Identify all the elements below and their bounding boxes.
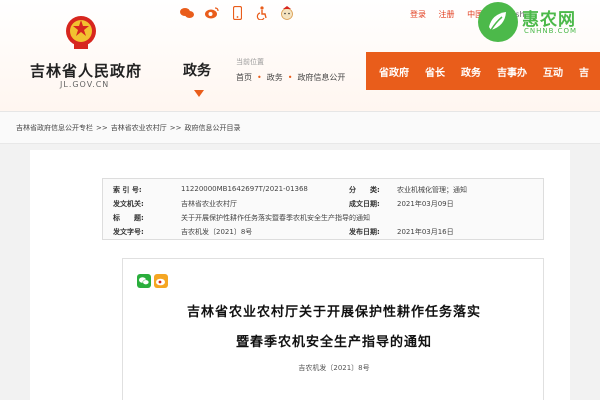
site-title[interactable]: 吉林省人民政府 — [30, 60, 142, 81]
issuer-label: 发文机关: — [113, 200, 144, 208]
category-label: 分 类: — [349, 186, 380, 194]
nav-item-jishiban[interactable]: 吉事办 — [497, 64, 527, 79]
breadcrumb-separator: >> — [169, 123, 182, 132]
register-link[interactable]: 注册 — [439, 10, 455, 19]
document-number-value: 吉农机发〔2021〕8号 — [181, 228, 253, 236]
top-icon-bar — [180, 6, 294, 20]
document-title-line-1: 吉林省农业农村厅关于开展保护性耕作任务落实 — [186, 305, 481, 320]
breadcrumb: 吉林省政府信息公开专栏 >> 吉林省农业农村厅 >> 政府信息公开目录 — [0, 112, 600, 144]
cnhnb-watermark: 惠农网 CNHNB.COM — [478, 2, 600, 44]
nav-item-ji[interactable]: 吉 — [579, 64, 589, 79]
nav-item-interaction[interactable]: 互动 — [543, 64, 563, 79]
location-zhengwu-link[interactable]: 政务 — [267, 73, 283, 82]
site-domain: JL.GOV.CN — [60, 80, 110, 89]
section-name: 政务 — [183, 63, 211, 79]
publish-date-label: 发布日期: — [349, 228, 380, 236]
weibo-icon[interactable] — [205, 6, 219, 20]
title-label: 标 题: — [113, 214, 144, 222]
breadcrumb-item-disclosure-catalog[interactable]: 政府信息公开目录 — [184, 123, 240, 133]
document-body: 吉林省农业农村厅关于开展保护性耕作任务落实 暨春季农机安全生产指导的通知 吉农机… — [122, 258, 544, 400]
location-label: 当前位置 — [236, 58, 264, 66]
written-date-label: 成文日期: — [349, 200, 380, 208]
share-wechat-icon[interactable] — [137, 273, 151, 288]
wechat-icon[interactable] — [180, 6, 194, 20]
national-emblem-icon[interactable] — [64, 14, 98, 52]
breadcrumb-separator: >> — [96, 123, 108, 132]
written-date-value: 2021年03月09日 — [397, 200, 454, 208]
nav-item-governor[interactable]: 省长 — [425, 64, 445, 79]
location-breadcrumb: 首页 • 政务 • 政府信息公开 — [236, 73, 346, 82]
document-title-line-2: 暨春季农机安全生产指导的通知 — [235, 335, 432, 350]
breadcrumb-item-disclosure-column[interactable]: 吉林省政府信息公开专栏 — [16, 123, 93, 133]
document-metadata-table: 索 引 号: 11220000MB1642697T/2021-01368 分 类… — [102, 178, 544, 240]
section-arrow-icon — [194, 90, 204, 97]
index-number-label: 索 引 号: — [113, 186, 142, 194]
mascot-icon[interactable] — [280, 6, 294, 20]
nav-item-government-affairs[interactable]: 政务 — [461, 64, 481, 79]
category-value: 农业机械化管理；通知 — [397, 186, 467, 194]
login-link[interactable]: 登录 — [410, 10, 426, 19]
share-bar — [137, 273, 168, 288]
breadcrumb-item-agriculture-dept[interactable]: 吉林省农业农村厅 — [111, 123, 167, 133]
issuer-value: 吉林省农业农村厅 — [181, 200, 237, 208]
main-nav: 省政府 省长 政务 吉事办 互动 吉 — [366, 52, 600, 90]
cnhnb-watermark-domain: CNHNB.COM — [524, 27, 578, 35]
cnhnb-logo-icon — [478, 2, 518, 42]
location-home-link[interactable]: 首页 — [236, 73, 252, 82]
accessibility-icon[interactable] — [255, 6, 269, 20]
location-info-link[interactable]: 政府信息公开 — [297, 73, 345, 82]
site-header: 吉林省人民政府 JL.GOV.CN 政务 当前位置 首页 • 政务 • 政府信息公开 登… — [0, 0, 600, 112]
document-number-label: 发文字号: — [113, 228, 144, 236]
share-weibo-icon[interactable] — [154, 273, 168, 288]
mobile-icon[interactable] — [230, 6, 244, 20]
document-number: 吉农机发〔2021〕8号 — [298, 364, 370, 372]
nav-item-provincial-government[interactable]: 省政府 — [379, 64, 409, 79]
index-number-value: 11220000MB1642697T/2021-01368 — [181, 185, 308, 193]
title-value: 关于开展保护性耕作任务落实暨春季农机安全生产指导的通知 — [181, 214, 370, 222]
publish-date-value: 2021年03月16日 — [397, 228, 454, 236]
